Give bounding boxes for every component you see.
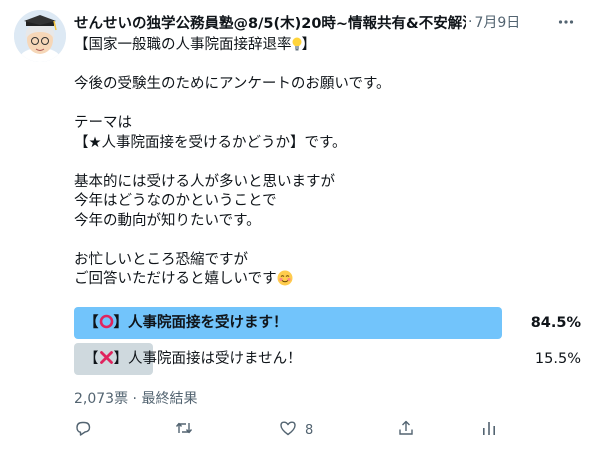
text-line: お忙しいところ恐縮ですが — [74, 251, 248, 268]
like-count: 8 — [305, 422, 314, 438]
blush-smile-icon — [277, 270, 293, 286]
bulb-icon — [292, 37, 302, 51]
poll-option-percent: 84.5% — [530, 315, 581, 331]
text-line: 基本的には受ける人が多いと思いますが — [74, 173, 335, 190]
text-line: 【国家一般職の人事院面接辞退率】 — [74, 37, 316, 53]
poll-status: 最終結果 — [141, 391, 198, 407]
tweet-text: 【国家一般職の人事院面接辞退率】 今後の受験生のためにアンケートのお願いです。 … — [74, 36, 579, 290]
red-x-icon — [99, 345, 114, 364]
text-line: 今年はどうなのかということで — [74, 193, 277, 209]
poll-option-label: 【】人事院面接を受けます！ — [84, 307, 288, 339]
analytics-button[interactable] — [480, 418, 498, 442]
retweet-button[interactable] — [175, 418, 193, 442]
poll-option: 【】人事院面接を受けます！ 84.5% — [74, 307, 585, 339]
reply-icon — [74, 419, 92, 441]
text-line: ご回答いただけると嬉しいです — [74, 270, 579, 290]
more-icon[interactable] — [556, 12, 576, 32]
tweet-date[interactable]: 7月9日 — [474, 12, 520, 32]
poll-meta: 2,073票 · 最終結果 — [74, 388, 197, 408]
poll-option-percent: 15.5% — [534, 351, 581, 367]
text-line: テーマは — [74, 115, 132, 131]
poll-option: 【】人事院面接は受けません！ 15.5% — [74, 343, 585, 375]
like-icon — [279, 419, 297, 441]
tweet-actions: 8 — [74, 418, 579, 442]
like-button[interactable]: 8 — [279, 418, 313, 442]
poll-meta-dot: · — [132, 391, 137, 407]
tweet-header: せんせいの独学公務員塾@8/5(木)20時~情報共有&不安解消… · 7月9日 — [74, 10, 584, 34]
poll-option-label: 【】人事院面接は受けません！ — [84, 343, 302, 375]
reply-button[interactable] — [74, 418, 92, 442]
poll-vote-count: 2,073票 — [74, 391, 129, 407]
header-separator: · — [468, 14, 473, 30]
text-line: 今後の受験生のためにアンケートのお願いです。 — [74, 76, 391, 92]
red-circle-icon — [99, 309, 114, 329]
retweet-icon — [175, 419, 193, 441]
analytics-icon — [480, 419, 498, 441]
avatar[interactable] — [14, 10, 66, 62]
author-name[interactable]: せんせいの独学公務員塾@8/5(木)20時~情報共有&不安解消… — [74, 12, 466, 33]
share-icon — [397, 419, 415, 441]
text-line: 今年の動向が知りたいです。 — [74, 212, 261, 229]
share-button[interactable] — [397, 418, 415, 442]
text-line: 【★人事院面接を受けるかどうか】です。 — [74, 134, 347, 151]
